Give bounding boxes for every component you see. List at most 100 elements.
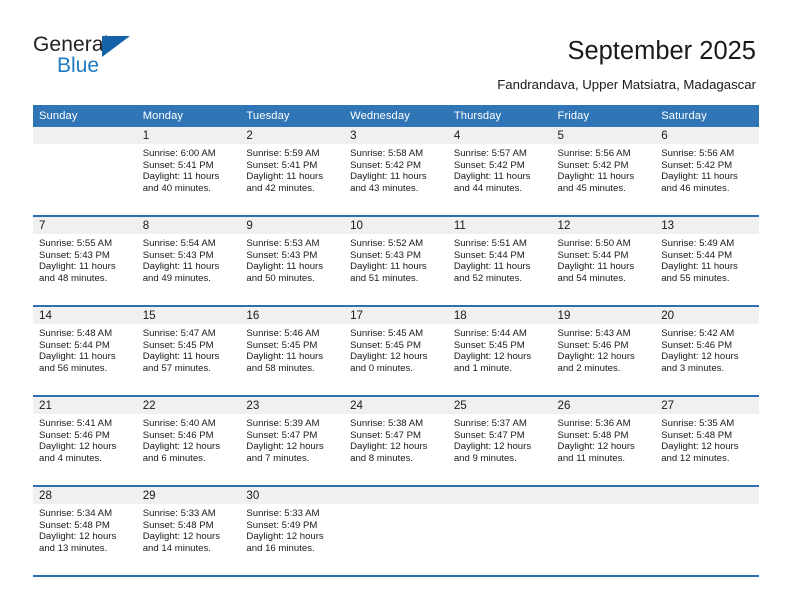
day-cell-content: 3 Sunrise: 5:58 AM Sunset: 5:42 PM Daylight…: [344, 127, 448, 215]
weekday-headers: Sunday Monday Tuesday Wednesday Thursday Frid…: [33, 105, 759, 127]
calendar-day-cell[interactable]: 27 Sunrise: 5:35 AM Sunset: 5:48 PM Dayligh…: [655, 396, 759, 487]
day-cell-content: [447, 487, 552, 575]
day-cell-content: 9 Sunrise: 5:53 AM Sunset: 5:43 PM Daylight…: [240, 217, 345, 305]
day-cell-content: 15 Sunrise: 5:47 AM Sunset: 5:45 PM Dayligh…: [136, 307, 241, 395]
calendar-day-cell[interactable]: 21 Sunrise: 5:41 AM Sunset: 5:46 PM Dayligh…: [33, 396, 137, 487]
day-cell-content: 26 Sunrise: 5:36 AM Sunset: 5:48 PM Dayligh…: [551, 397, 656, 485]
calendar-day-cell[interactable]: 11 Sunrise: 5:51 AM Sunset: 5:44 PM Dayligh…: [447, 216, 552, 307]
day-cell-content: 22 Sunrise: 5:40 AM Sunset: 5:46 PM Dayligh…: [136, 397, 241, 485]
day-number: [447, 487, 552, 504]
day-detail-line: Sunset: 5:43 PM: [246, 249, 318, 261]
day-number: 26: [551, 397, 656, 414]
day-detail-line: Sunrise: 5:46 AM: [246, 328, 320, 339]
day-details: Sunrise: 5:46 AM Sunset: 5:45 PM Daylight:…: [240, 324, 344, 374]
calendar-day-cell[interactable]: 18 Sunrise: 5:44 AM Sunset: 5:45 PM Dayligh…: [447, 306, 552, 397]
calendar-day-cell[interactable]: 24 Sunrise: 5:38 AM Sunset: 5:47 PM Dayligh…: [344, 396, 448, 487]
day-details: Sunrise: 5:37 AM Sunset: 5:47 PM Daylight:…: [448, 414, 552, 464]
day-details: Sunrise: 5:57 AM Sunset: 5:42 PM Daylight:…: [448, 144, 552, 194]
calendar-week-row: 28 Sunrise: 5:34 AM Sunset: 5:48 PM Dayligh…: [33, 486, 759, 577]
day-cell-content: 28 Sunrise: 5:34 AM Sunset: 5:48 PM Dayligh…: [33, 487, 137, 575]
calendar-day-cell[interactable]: 25 Sunrise: 5:37 AM Sunset: 5:47 PM Dayligh…: [447, 396, 552, 487]
calendar-day-cell[interactable]: 5 Sunrise: 5:56 AM Sunset: 5:42 PM Daylight…: [551, 127, 656, 217]
general-blue-logo: General Blue: [33, 33, 143, 81]
day-detail-line: Daylight: 12 hours: [557, 441, 635, 453]
day-detail-line: Sunrise: 5:48 AM: [39, 328, 113, 339]
day-cell-content: 1 Sunrise: 6:00 AM Sunset: 5:41 PM Daylight…: [136, 127, 241, 215]
day-detail-line: and 45 minutes.: [557, 182, 626, 194]
day-number: 20: [655, 307, 759, 324]
day-detail-line: and 16 minutes.: [246, 542, 315, 554]
calendar-day-cell[interactable]: 19 Sunrise: 5:43 AM Sunset: 5:46 PM Dayligh…: [551, 306, 656, 397]
day-number: 2: [240, 127, 345, 144]
day-number: 27: [655, 397, 759, 414]
calendar-day-cell[interactable]: 15 Sunrise: 5:47 AM Sunset: 5:45 PM Dayligh…: [136, 306, 241, 397]
day-detail-line: and 13 minutes.: [39, 542, 108, 554]
day-cell-content: 27 Sunrise: 5:35 AM Sunset: 5:48 PM Dayligh…: [655, 397, 759, 485]
day-detail-line: and 42 minutes.: [246, 182, 315, 194]
day-details: Sunrise: 5:56 AM Sunset: 5:42 PM Daylight:…: [552, 144, 656, 194]
day-detail-line: Sunrise: 5:49 AM: [661, 238, 735, 249]
day-cell-content: [551, 487, 656, 575]
day-cell-content: 2 Sunrise: 5:59 AM Sunset: 5:41 PM Daylight…: [240, 127, 345, 215]
page-header: General Blue September 2025 Fandrandava,…: [0, 0, 792, 100]
calendar-day-cell[interactable]: 17 Sunrise: 5:45 AM Sunset: 5:45 PM Dayligh…: [344, 306, 448, 397]
day-number: 29: [136, 487, 241, 504]
calendar-day-cell[interactable]: 4 Sunrise: 5:57 AM Sunset: 5:42 PM Daylight…: [447, 127, 552, 217]
day-cell-content: 25 Sunrise: 5:37 AM Sunset: 5:47 PM Dayligh…: [447, 397, 552, 485]
day-detail-line: Sunrise: 5:42 AM: [661, 328, 735, 339]
calendar-day-cell[interactable]: 30 Sunrise: 5:33 AM Sunset: 5:49 PM Dayligh…: [240, 486, 345, 577]
day-details: Sunrise: 5:40 AM Sunset: 5:46 PM Daylight:…: [137, 414, 241, 464]
calendar-day-cell[interactable]: 28 Sunrise: 5:34 AM Sunset: 5:48 PM Dayligh…: [33, 486, 137, 577]
calendar-day-cell[interactable]: 8 Sunrise: 5:54 AM Sunset: 5:43 PM Daylight…: [136, 216, 241, 307]
weekday-header-sunday: Sunday: [33, 105, 137, 127]
calendar-empty-cell: [551, 486, 656, 577]
day-detail-line: Sunrise: 5:56 AM: [557, 148, 631, 159]
day-cell-content: [344, 487, 448, 575]
calendar-day-cell[interactable]: 26 Sunrise: 5:36 AM Sunset: 5:48 PM Dayligh…: [551, 396, 656, 487]
day-detail-line: Daylight: 12 hours: [246, 441, 324, 453]
calendar-day-cell[interactable]: 20 Sunrise: 5:42 AM Sunset: 5:46 PM Dayligh…: [655, 306, 759, 397]
day-cell-content: 7 Sunrise: 5:55 AM Sunset: 5:43 PM Daylight…: [33, 217, 137, 305]
day-cell-content: 29 Sunrise: 5:33 AM Sunset: 5:48 PM Dayligh…: [136, 487, 241, 575]
day-detail-line: Sunrise: 5:41 AM: [39, 418, 113, 429]
calendar-day-cell[interactable]: 16 Sunrise: 5:46 AM Sunset: 5:45 PM Dayligh…: [240, 306, 345, 397]
day-details: Sunrise: 5:54 AM Sunset: 5:43 PM Daylight:…: [137, 234, 241, 284]
day-detail-line: Daylight: 12 hours: [350, 441, 428, 453]
day-detail-line: Daylight: 11 hours: [350, 171, 427, 183]
day-detail-line: Sunset: 5:42 PM: [557, 159, 629, 171]
day-detail-line: Sunset: 5:45 PM: [142, 339, 214, 351]
calendar-day-cell[interactable]: 13 Sunrise: 5:49 AM Sunset: 5:44 PM Dayligh…: [655, 216, 759, 307]
calendar-day-cell[interactable]: 6 Sunrise: 5:56 AM Sunset: 5:42 PM Daylight…: [655, 127, 759, 217]
calendar-day-cell[interactable]: 29 Sunrise: 5:33 AM Sunset: 5:48 PM Dayligh…: [136, 486, 241, 577]
weekday-header-tuesday: Tuesday: [240, 105, 345, 127]
calendar-table: Sunday Monday Tuesday Wednesday Thursday Frid…: [33, 105, 759, 577]
day-detail-line: Sunset: 5:49 PM: [246, 519, 318, 531]
day-cell-content: 24 Sunrise: 5:38 AM Sunset: 5:47 PM Dayligh…: [344, 397, 448, 485]
calendar-day-cell[interactable]: 2 Sunrise: 5:59 AM Sunset: 5:41 PM Daylight…: [240, 127, 345, 217]
calendar-day-cell[interactable]: 22 Sunrise: 5:40 AM Sunset: 5:46 PM Dayligh…: [136, 396, 241, 487]
day-number: 25: [447, 397, 552, 414]
day-details: Sunrise: 6:00 AM Sunset: 5:41 PM Daylight:…: [137, 144, 241, 194]
calendar-day-cell[interactable]: 14 Sunrise: 5:48 AM Sunset: 5:44 PM Dayligh…: [33, 306, 137, 397]
day-detail-line: Daylight: 12 hours: [142, 441, 221, 453]
page-subtitle: Fandrandava, Upper Matsiatra, Madagascar: [497, 77, 756, 92]
calendar-day-cell[interactable]: 1 Sunrise: 6:00 AM Sunset: 5:41 PM Daylight…: [136, 127, 241, 217]
day-detail-line: and 55 minutes.: [661, 272, 730, 284]
day-details: [448, 504, 552, 508]
day-number: 3: [344, 127, 448, 144]
day-detail-line: and 1 minute.: [453, 362, 512, 374]
calendar-day-cell[interactable]: 12 Sunrise: 5:50 AM Sunset: 5:44 PM Dayligh…: [551, 216, 656, 307]
calendar-day-cell[interactable]: 10 Sunrise: 5:52 AM Sunset: 5:43 PM Dayligh…: [344, 216, 448, 307]
calendar-page: General Blue September 2025 Fandrandava,…: [0, 0, 792, 612]
day-detail-line: Sunset: 5:42 PM: [661, 159, 733, 171]
day-number: 22: [136, 397, 241, 414]
calendar-day-cell[interactable]: 3 Sunrise: 5:58 AM Sunset: 5:42 PM Daylight…: [344, 127, 448, 217]
calendar-day-cell[interactable]: 23 Sunrise: 5:39 AM Sunset: 5:47 PM Dayligh…: [240, 396, 345, 487]
calendar-day-cell[interactable]: 9 Sunrise: 5:53 AM Sunset: 5:43 PM Daylight…: [240, 216, 345, 307]
calendar-day-cell[interactable]: 7 Sunrise: 5:55 AM Sunset: 5:43 PM Daylight…: [33, 216, 137, 307]
day-detail-line: Sunset: 5:46 PM: [557, 339, 629, 351]
day-detail-line: Sunrise: 5:53 AM: [246, 238, 320, 249]
calendar-body: 1 Sunrise: 6:00 AM Sunset: 5:41 PM Daylight…: [33, 127, 759, 577]
day-detail-line: Sunrise: 5:44 AM: [453, 328, 527, 339]
triangle-icon: [102, 36, 130, 57]
